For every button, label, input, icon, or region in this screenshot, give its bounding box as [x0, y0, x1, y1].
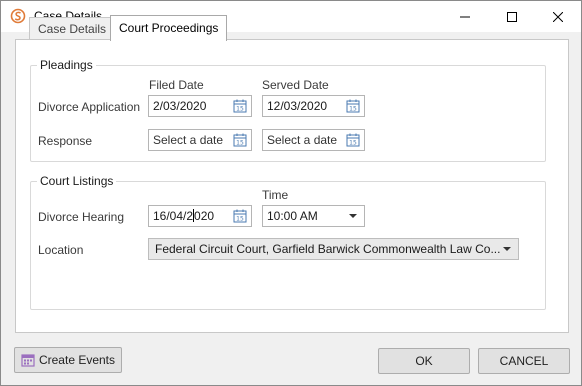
- time-header: Time: [262, 188, 289, 202]
- create-events-button[interactable]: Create Events: [14, 347, 122, 373]
- tab-court-proceedings[interactable]: Court Proceedings: [110, 15, 228, 41]
- divorce-hearing-label: Divorce Hearing: [38, 210, 125, 224]
- response-label: Response: [38, 134, 93, 148]
- svg-text:15: 15: [236, 106, 244, 113]
- tab-case-details[interactable]: Case Details: [29, 17, 116, 40]
- divorce-served-date-value: 12/03/2020: [267, 99, 328, 113]
- minimize-button[interactable]: [442, 1, 488, 32]
- court-proceedings-panel: Pleadings Filed Date Served Date Divorce…: [15, 39, 569, 333]
- hearing-time-dropdown[interactable]: 10:00 AM: [262, 205, 365, 227]
- filed-date-header: Filed Date: [149, 78, 204, 92]
- hearing-time-value: 10:00 AM: [267, 209, 318, 223]
- minimize-icon: [460, 16, 470, 17]
- response-served-placeholder: Select a date: [267, 133, 338, 147]
- response-filed-date-picker[interactable]: Select a date 15: [148, 129, 252, 151]
- cancel-button[interactable]: CANCEL: [478, 348, 570, 374]
- court-listings-group: Court Listings Time Divorce Hearing 16/0…: [30, 174, 546, 310]
- calendar-icon[interactable]: 15: [346, 133, 360, 147]
- served-date-header: Served Date: [262, 78, 329, 92]
- location-dropdown[interactable]: Federal Circuit Court, Garfield Barwick …: [148, 238, 519, 260]
- chevron-down-icon: [503, 247, 511, 251]
- pleadings-title: Pleadings: [37, 58, 96, 72]
- maximize-button[interactable]: [489, 1, 535, 32]
- divorce-served-date-picker[interactable]: 12/03/2020 15: [262, 95, 365, 117]
- svg-text:15: 15: [236, 140, 244, 147]
- maximize-icon: [507, 11, 517, 22]
- response-filed-placeholder: Select a date: [153, 133, 224, 147]
- divorce-filed-date-picker[interactable]: 2/03/2020 15: [148, 95, 252, 117]
- hearing-date-value-end: 020: [194, 209, 215, 223]
- location-label: Location: [38, 243, 84, 257]
- case-details-window: Case Details Case Details Court Proceedi…: [0, 0, 582, 386]
- divorce-application-label: Divorce Application: [38, 100, 141, 114]
- svg-text:15: 15: [349, 106, 357, 113]
- ok-button[interactable]: OK: [378, 348, 470, 374]
- response-served-date-picker[interactable]: Select a date 15: [262, 129, 365, 151]
- hearing-date-picker[interactable]: 16/04/2020 15: [148, 205, 252, 227]
- calendar-icon: [21, 354, 35, 367]
- chevron-down-icon: [349, 214, 357, 218]
- cancel-label: CANCEL: [499, 354, 549, 368]
- location-value: Federal Circuit Court, Garfield Barwick …: [155, 242, 501, 256]
- court-listings-title: Court Listings: [37, 174, 117, 188]
- calendar-icon[interactable]: 15: [233, 99, 247, 113]
- svg-text:15: 15: [349, 140, 357, 147]
- calendar-icon[interactable]: 15: [346, 99, 360, 113]
- app-logo-icon: [10, 8, 26, 24]
- pleadings-group: Pleadings Filed Date Served Date Divorce…: [30, 58, 546, 162]
- close-icon: [553, 11, 563, 22]
- svg-text:15: 15: [236, 216, 244, 223]
- close-button[interactable]: [535, 1, 581, 32]
- create-events-label: Create Events: [38, 353, 116, 367]
- divorce-filed-date-value: 2/03/2020: [153, 99, 207, 113]
- hearing-date-value-start: 16/04/2: [153, 209, 194, 223]
- ok-label: OK: [415, 354, 433, 368]
- calendar-icon[interactable]: 15: [233, 209, 247, 223]
- calendar-icon[interactable]: 15: [233, 133, 247, 147]
